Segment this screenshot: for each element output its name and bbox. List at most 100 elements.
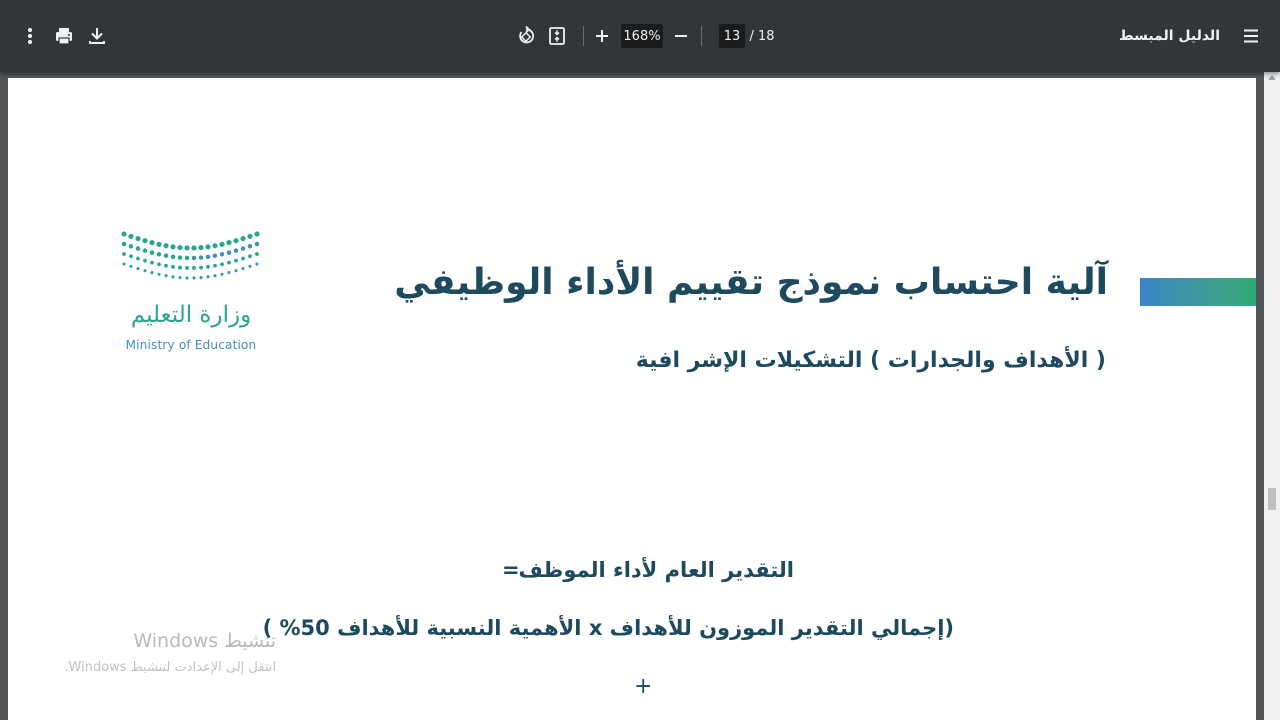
more-options-button[interactable] — [15, 21, 45, 51]
emblem-dot — [135, 235, 141, 242]
emblem-dot — [213, 263, 217, 268]
emblem-dot — [199, 265, 203, 270]
emblem-dot — [205, 254, 211, 260]
emblem-dot — [192, 276, 196, 280]
emblem-dot — [129, 254, 133, 259]
emblem-dot — [234, 258, 238, 263]
fit-to-page-icon — [549, 27, 565, 45]
emblem-dot — [170, 254, 176, 260]
emblem-dot — [226, 239, 232, 246]
emblem-dot — [156, 252, 162, 257]
emblem-dot — [255, 252, 259, 256]
emblem-dot — [184, 255, 190, 261]
emblem-dot — [164, 263, 168, 268]
emblem-dot — [254, 231, 260, 237]
formula-plus-sign: + — [634, 674, 653, 699]
emblem-dot — [149, 239, 155, 246]
rotate-button[interactable] — [511, 21, 541, 51]
emblem-dot — [199, 276, 203, 280]
zoom-out-minus-icon — [675, 35, 687, 37]
emblem-dot — [227, 271, 231, 275]
emblem-dot — [121, 231, 127, 237]
zoom-out-button[interactable] — [666, 21, 696, 51]
download-icon — [89, 28, 105, 44]
sidebar-menu-button[interactable] — [1236, 21, 1266, 51]
pdf-page: وزارة التعليم Ministry of Education آلية… — [8, 78, 1256, 720]
total-pages: / 18 — [749, 28, 775, 44]
emblem-dot — [241, 266, 245, 271]
emblem-dot — [213, 274, 217, 278]
zoom-in-plus-icon — [596, 30, 608, 42]
emblem-dot — [226, 250, 232, 255]
windows-activation-subtitle: انتقل إلى الإعدادت لتنشيط Windows. — [64, 660, 276, 675]
rotate-icon — [519, 25, 535, 44]
download-button[interactable] — [82, 21, 112, 51]
formula-equals-sign: = — [502, 558, 520, 582]
emblem-dot — [170, 244, 176, 250]
emblem-dot — [171, 275, 175, 279]
ministry-logo: وزارة التعليم Ministry of Education — [120, 228, 270, 358]
toolbar-divider — [701, 26, 702, 46]
emblem-dot — [157, 272, 161, 276]
emblem-dot — [178, 276, 182, 280]
print-button[interactable] — [49, 21, 79, 51]
emblem-dot — [185, 276, 189, 280]
emblem-dot — [128, 233, 134, 239]
emblem-dot — [135, 246, 141, 251]
fit-page-button[interactable] — [542, 21, 572, 51]
hamburger-menu-icon — [1244, 29, 1258, 43]
emblem-dot — [171, 264, 175, 269]
emblem-dot — [128, 244, 134, 249]
emblem-dot — [157, 262, 161, 267]
zoom-in-button[interactable] — [587, 21, 617, 51]
emblem-dot — [234, 269, 238, 273]
emblem-dot — [142, 248, 148, 253]
emblem-dot — [219, 252, 225, 257]
more-vertical-icon — [28, 28, 32, 44]
emblem-dot — [150, 260, 154, 265]
current-page-number: 13 — [723, 28, 741, 44]
emblem-dot — [220, 262, 224, 267]
emblem-dot — [206, 264, 210, 269]
emblem-dot — [233, 248, 239, 253]
emblem-dot — [164, 274, 168, 278]
emblem-dot — [240, 246, 246, 251]
emblem-dot — [184, 245, 190, 251]
emblem-dot — [191, 255, 197, 261]
title-accent-bar — [1140, 278, 1256, 306]
emblem-dot — [177, 244, 183, 251]
document-title: الدليل المبسط — [1119, 28, 1220, 44]
emblem-dot — [185, 266, 189, 270]
scrollbar-thumb[interactable] — [1268, 488, 1276, 510]
page-subtitle: ( الأهداف والجدارات ) التشكيلات الإشر اف… — [635, 348, 1106, 373]
emblem-dot — [220, 272, 224, 276]
zoom-level-field[interactable]: 168% — [621, 24, 663, 48]
document-viewer: وزارة التعليم Ministry of Education آلية… — [0, 72, 1280, 720]
emblem-dot — [122, 262, 126, 266]
windows-activation-title: تنشيط Windows — [133, 630, 276, 652]
formula-overall-rating: التقدير العام لأداء الموظف — [518, 558, 794, 582]
scroll-up-arrow-icon[interactable] — [1268, 75, 1276, 80]
emblem-dot — [233, 238, 239, 244]
emblem-dot — [212, 253, 218, 258]
emblem-dot — [156, 241, 162, 247]
ministry-dots-emblem — [121, 231, 260, 280]
emblem-dot — [255, 262, 259, 266]
emblem-dot — [241, 256, 245, 261]
emblem-dot — [247, 233, 253, 239]
emblem-dot — [121, 241, 127, 247]
emblem-dot — [136, 256, 140, 261]
current-page-input[interactable]: 13 — [719, 24, 745, 48]
vertical-scrollbar[interactable] — [1264, 72, 1280, 720]
emblem-dot — [227, 260, 231, 265]
emblem-dot — [177, 255, 183, 260]
emblem-dot — [163, 243, 169, 249]
emblem-dot — [206, 275, 210, 279]
emblem-dot — [198, 244, 204, 251]
toolbar-divider — [583, 26, 584, 46]
emblem-dot — [248, 254, 252, 259]
emblem-dot — [136, 266, 140, 271]
emblem-dot — [143, 269, 147, 273]
emblem-dot — [240, 235, 246, 242]
emblem-dot — [247, 244, 253, 249]
